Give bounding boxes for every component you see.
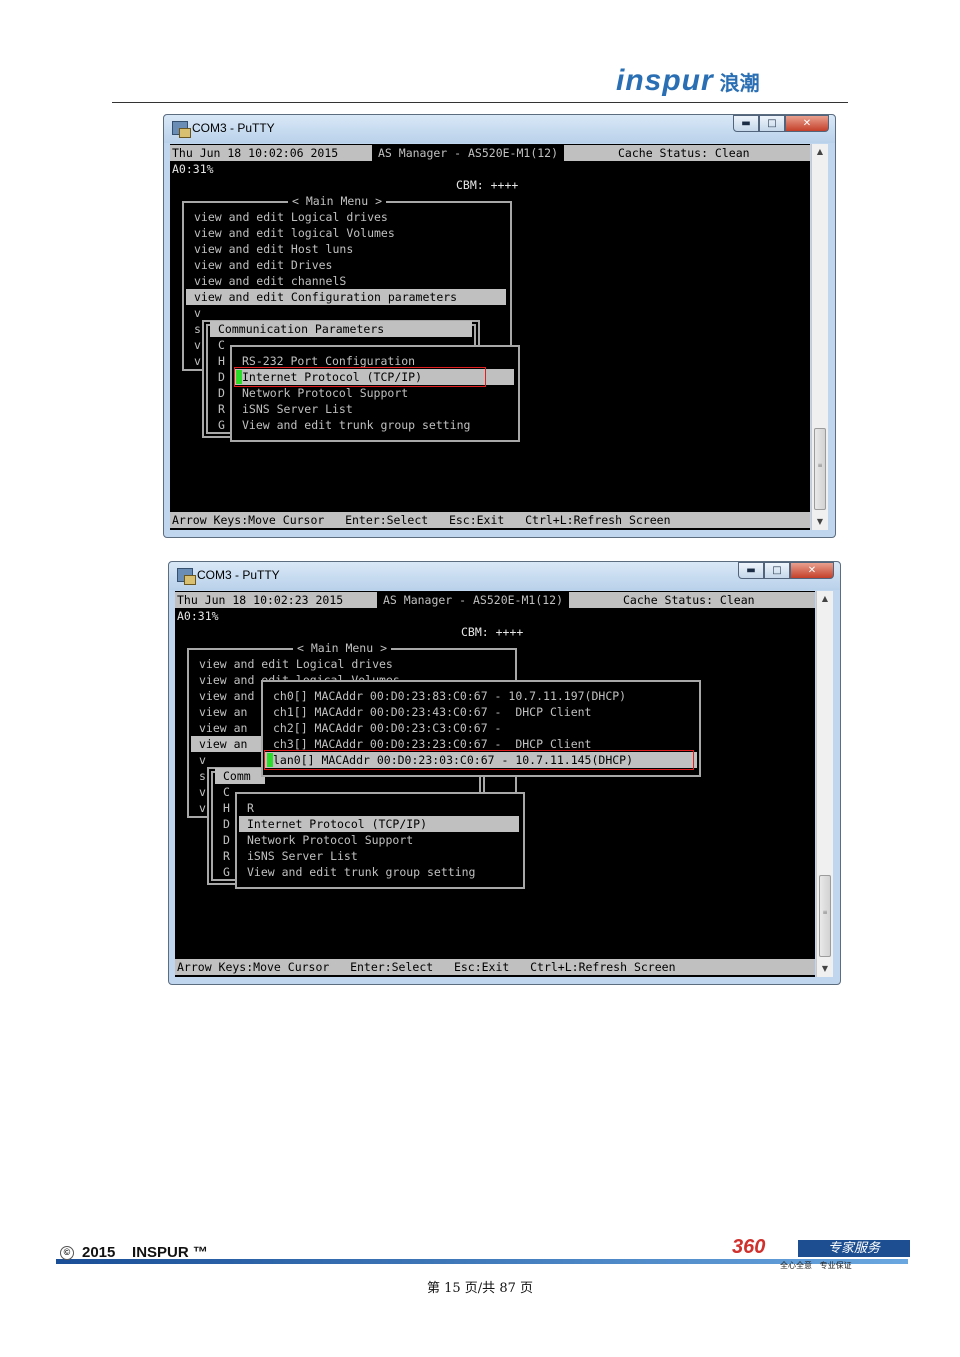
badge-360: 360 [732, 1236, 766, 1258]
comm-letter: G [223, 865, 230, 879]
comm-letter: H [223, 801, 230, 815]
scroll-grip-icon: ≡ [822, 909, 828, 916]
badge-tagline: 全心全意 专业保证 [780, 1261, 852, 1270]
close-button[interactable]: ✕ [785, 115, 829, 132]
comm-letter: H [218, 354, 225, 368]
main-menu-item[interactable]: view and edit logical Volumes [194, 225, 395, 241]
vertical-scrollbar[interactable]: ▲ ≡ ▼ [816, 591, 833, 977]
submenu-letter: R [247, 801, 254, 815]
interface-item[interactable]: ch1[] MACAddr 00:D0:23:43:C0:67 - DHCP C… [273, 704, 592, 720]
interface-item[interactable]: ch0[] MACAddr 00:D0:23:83:C0:67 - 10.7.1… [273, 688, 626, 704]
vertical-scrollbar[interactable]: ▲ ≡ ▼ [811, 144, 828, 530]
help-text: Arrow Keys:Move Cursor Enter:Select Esc:… [172, 513, 671, 527]
main-menu-partial: v [199, 801, 206, 815]
cbm-status: CBM: ++++ [456, 178, 519, 192]
header-rule [112, 102, 848, 103]
scroll-thumb[interactable] [819, 875, 831, 957]
submenu-item[interactable]: Network Protocol Support [247, 832, 413, 848]
comm-letter: R [218, 402, 225, 416]
cache-status: Cache Status: Clean [623, 593, 755, 607]
scroll-up-icon[interactable]: ▲ [817, 591, 833, 607]
minimize-button[interactable]: ▬ [738, 562, 764, 579]
footer-copyright: © 2015 INSPUR ™ [60, 1244, 208, 1261]
status-time: Thu Jun 18 10:02:23 2015 [177, 593, 344, 607]
putty-window-2: COM3 - PuTTY ▬ □ ✕ Thu Jun 18 10:02:23 2… [168, 561, 841, 985]
submenu-item[interactable]: iSNS Server List [247, 848, 358, 864]
inspur-logo: inspur 浪潮 [616, 64, 760, 98]
maximize-button[interactable]: □ [759, 115, 785, 132]
putty-icon [172, 121, 191, 138]
main-menu-title: < Main Menu > [293, 640, 392, 656]
comm-params-title: Communication Parameters [218, 322, 385, 336]
submenu-item[interactable]: View and edit trunk group setting [247, 864, 475, 880]
main-menu-item[interactable]: view and edit Host luns [194, 241, 353, 257]
page-number: 第 15 页/共 87 页 [427, 1281, 533, 1296]
controller-load: A0:31% [172, 162, 214, 176]
terminal-screen[interactable]: Thu Jun 18 10:02:06 2015 AS Manager - AS… [170, 144, 810, 530]
main-menu-item[interactable]: view and edit channelS [194, 273, 346, 289]
scroll-up-icon[interactable]: ▲ [812, 144, 828, 160]
cache-status: Cache Status: Clean [618, 146, 750, 160]
comm-letter: D [223, 817, 230, 831]
comm-letter: D [223, 833, 230, 847]
main-menu-item[interactable]: view an [199, 720, 247, 736]
window-titlebar[interactable]: COM3 - PuTTY ▬ □ ✕ [164, 115, 835, 143]
badge-service: 专家服务 [798, 1240, 910, 1257]
scroll-thumb[interactable] [814, 428, 826, 510]
window-titlebar[interactable]: COM3 - PuTTY ▬ □ ✕ [169, 562, 840, 590]
main-menu-partial: v [194, 306, 201, 320]
main-menu-item[interactable]: view an [199, 704, 247, 720]
main-menu-partial: v [199, 785, 206, 799]
copyright-icon: © [60, 1245, 74, 1260]
main-menu-item-selected[interactable]: view an [199, 736, 247, 752]
highlight-annotation [234, 367, 486, 387]
main-menu-partial: v [199, 753, 206, 767]
submenu-item[interactable]: iSNS Server List [242, 401, 353, 417]
status-title: AS Manager - AS520E-M1(12) [372, 145, 565, 161]
putty-window-1: COM3 - PuTTY ▬ □ ✕ Thu Jun 18 10:02:06 2… [163, 114, 836, 538]
help-text: Arrow Keys:Move Cursor Enter:Select Esc:… [177, 960, 676, 974]
main-menu-partial: v [194, 338, 201, 352]
cbm-status: CBM: ++++ [461, 625, 524, 639]
status-time: Thu Jun 18 10:02:06 2015 [172, 146, 339, 160]
main-menu-item-selected[interactable]: view and edit Configuration parameters [194, 289, 457, 305]
submenu-item-selected[interactable]: Internet Protocol (TCP/IP) [247, 816, 427, 832]
putty-icon [177, 568, 196, 585]
comm-letter: D [218, 386, 225, 400]
submenu-item[interactable]: View and edit trunk group setting [242, 417, 470, 433]
status-title: AS Manager - AS520E-M1(12) [377, 592, 570, 608]
submenu-item[interactable]: Network Protocol Support [242, 385, 408, 401]
main-menu-item[interactable]: view and edit Logical drives [199, 656, 393, 672]
window-title: COM3 - PuTTY [197, 568, 280, 582]
comm-letter: D [218, 370, 225, 384]
main-menu-partial: v [194, 354, 201, 368]
maximize-button[interactable]: □ [764, 562, 790, 579]
scroll-down-icon[interactable]: ▼ [812, 514, 828, 530]
close-button[interactable]: ✕ [790, 562, 834, 579]
scroll-down-icon[interactable]: ▼ [817, 961, 833, 977]
comm-letter: R [223, 849, 230, 863]
minimize-button[interactable]: ▬ [733, 115, 759, 132]
comm-letter: C [218, 338, 225, 352]
window-title: COM3 - PuTTY [192, 121, 275, 135]
controller-load: A0:31% [177, 609, 219, 623]
scroll-grip-icon: ≡ [817, 462, 823, 469]
main-menu-partial: s [199, 769, 206, 783]
interface-item[interactable]: ch2[] MACAddr 00:D0:23:C3:C0:67 - [273, 720, 501, 736]
comm-letter: G [218, 418, 225, 432]
main-menu-title: < Main Menu > [288, 193, 387, 209]
highlight-annotation [264, 750, 694, 770]
logo-brand: inspur [616, 64, 714, 97]
terminal-screen[interactable]: Thu Jun 18 10:02:23 2015 AS Manager - AS… [175, 591, 815, 977]
copyright-text: 2015 INSPUR ™ [82, 1244, 208, 1261]
comm-params-title: Comm [223, 769, 251, 783]
main-menu-item[interactable]: view and edit Drives [194, 257, 332, 273]
main-menu-item[interactable]: view and edit Logical drives [194, 209, 388, 225]
main-menu-partial: s [194, 322, 201, 336]
logo-brand-cn: 浪潮 [719, 70, 760, 95]
comm-letter: C [223, 785, 230, 799]
